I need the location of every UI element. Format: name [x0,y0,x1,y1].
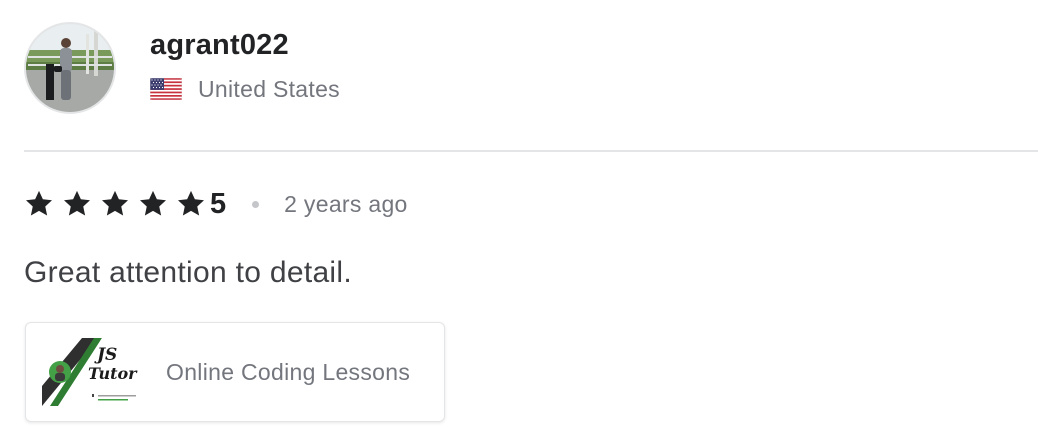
gig-title[interactable]: Online Coding Lessons [166,359,410,386]
svg-text:Tutor: Tutor [88,364,138,383]
us-flag-icon [150,78,182,100]
avatar[interactable] [24,22,116,114]
star-icon [178,190,204,216]
country-name: United States [198,75,340,102]
star-icon [140,190,166,216]
rating-score: 5 [210,187,227,220]
divider [24,150,1038,152]
svg-text:JS: JS [94,345,117,365]
country-row: United States [150,74,340,104]
avatar-photo [26,24,114,112]
star-icon [26,190,52,216]
separator-dot [252,200,260,208]
star-icon [64,190,90,216]
star-rating [24,189,206,219]
review-time: 2 years ago [284,190,408,217]
star-icon [102,190,128,216]
gig-card[interactable]: JS Tutor Online Coding Lessons [25,322,445,422]
reviewer-header: agrant022 United States [24,22,340,118]
gig-thumbnail[interactable]: JS Tutor [42,338,142,406]
reviewer-meta: agrant022 United States [150,22,340,104]
username[interactable]: agrant022 [150,27,340,63]
rating-row: 5 2 years ago [24,184,408,224]
review-text: Great attention to detail. [24,256,352,289]
